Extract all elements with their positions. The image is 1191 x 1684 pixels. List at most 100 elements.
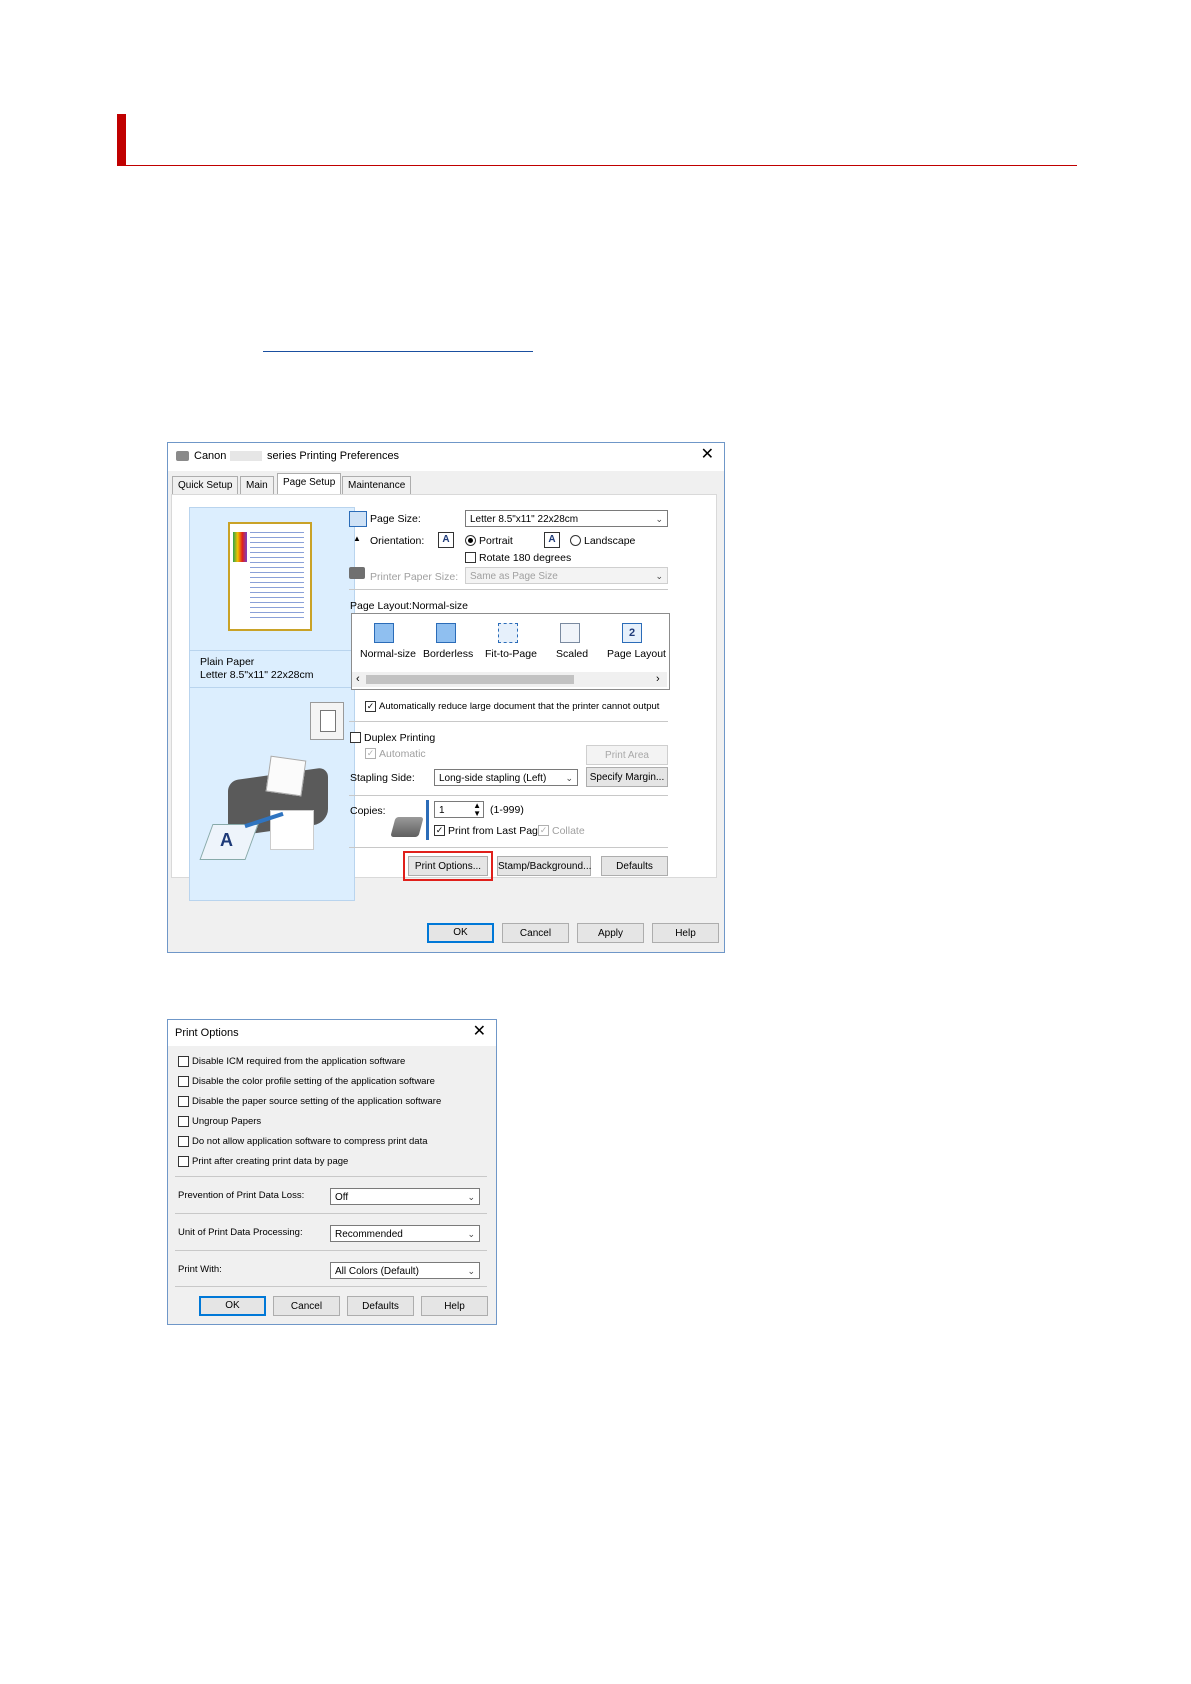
close-icon[interactable]: ✕ [701,447,714,463]
normal-size-icon [374,623,394,643]
orientation-label: Orientation: [370,535,425,547]
tab-quick-setup[interactable]: Quick Setup [172,476,239,495]
layout-option-normal-size[interactable]: Normal-size [360,648,416,660]
stapling-side-label: Stapling Side: [350,772,415,784]
unit-select[interactable]: Recommended ⌄ [330,1225,480,1242]
printer-paper-size-value: Same as Page Size [470,571,558,582]
tab-maintenance[interactable]: Maintenance [342,476,412,495]
page-layout-value: Normal-size [412,600,469,612]
automatic-checkbox[interactable]: ✓ [365,748,376,759]
collate-checkbox[interactable]: ✓ [538,825,549,836]
scroll-thumb[interactable] [366,675,574,684]
divider [175,1176,487,1177]
copies-order-icon [426,800,429,840]
page-size-value: Letter 8.5"x11" 22x28cm [470,514,579,525]
printer-icon [176,451,189,461]
copies-stepper-icon[interactable]: ▲ ▼ [473,802,481,818]
print-by-page-checkbox[interactable] [178,1156,189,1167]
stapling-side-select[interactable]: Long-side stapling (Left) ⌄ [434,769,578,786]
page-layout-icon: 2 [622,623,642,643]
auto-reduce-label: Automatically reduce large document that… [379,701,660,712]
print-with-select[interactable]: All Colors (Default) ⌄ [330,1262,480,1279]
divider [349,589,668,590]
ungroup-papers-label: Ungroup Papers [192,1116,262,1127]
chevron-down-icon: ⌄ [467,1229,475,1239]
help-button[interactable]: Help [421,1296,488,1316]
ok-button[interactable]: OK [427,923,494,943]
printer-paper-size-label: Printer Paper Size: [370,571,459,583]
rotate-180-checkbox[interactable] [465,552,476,563]
page-size-label: Page Size: [370,513,421,525]
page-size-select[interactable]: Letter 8.5"x11" 22x28cm ⌄ [465,510,668,527]
chevron-down-icon: ⌄ [565,773,573,783]
landscape-a-icon: A [544,532,560,548]
apply-button[interactable]: Apply [577,923,644,943]
color-swatch [233,532,247,562]
cancel-button[interactable]: Cancel [502,923,569,943]
tab-main[interactable]: Main [240,476,274,495]
page-preview [228,522,312,631]
no-compress-checkbox[interactable] [178,1136,189,1147]
layout-option-scaled[interactable]: Scaled [556,648,588,660]
disable-icm-checkbox[interactable] [178,1056,189,1067]
heading-rule [117,165,1077,166]
prevention-select[interactable]: Off ⌄ [330,1188,480,1205]
printer-illustration: A [199,752,342,872]
redacted-model-name [230,451,262,461]
scroll-left-icon[interactable]: ‹ [356,673,360,685]
specify-margin-button[interactable]: Specify Margin... [586,767,668,787]
ok-button[interactable]: OK [199,1296,266,1316]
horizontal-scrollbar[interactable]: ‹ › [352,672,667,687]
divider [175,1213,487,1214]
disable-color-profile-checkbox[interactable] [178,1076,189,1087]
window-title-prefix: Canon [194,450,227,462]
page-layout-list[interactable]: 2 Normal-size Borderless Fit-to-Page Sca… [351,613,670,690]
defaults-button[interactable]: Defaults [601,856,668,876]
copies-label: Copies: [350,805,386,817]
media-info-box: Plain Paper Letter 8.5"x11" 22x28cm [190,650,352,688]
print-area-setup-button[interactable]: Print Area Setup... [586,745,668,781]
unit-value: Recommended [335,1229,403,1240]
page-size-icon [349,511,367,527]
tab-page-setup[interactable]: Page Setup [277,473,342,496]
window-title-suffix: series Printing Preferences [267,450,400,462]
disable-paper-source-checkbox[interactable] [178,1096,189,1107]
prevention-label: Prevention of Print Data Loss: [178,1190,305,1201]
printing-preferences-window: Canon series Printing Preferences ✕ Quic… [167,442,725,953]
close-icon[interactable]: ✕ [473,1024,486,1040]
layout-option-fit-to-page[interactable]: Fit-to-Page [485,648,537,660]
cancel-button[interactable]: Cancel [273,1296,340,1316]
ungroup-papers-checkbox[interactable] [178,1116,189,1127]
rotate-180-label: Rotate 180 degrees [479,552,572,564]
printer-paper-size-select[interactable]: Same as Page Size ⌄ [465,567,668,584]
landscape-radio[interactable] [570,535,581,546]
scroll-right-icon[interactable]: › [656,673,660,685]
chevron-down-icon: ⌄ [655,514,663,524]
print-from-last-page-checkbox[interactable]: ✓ [434,825,445,836]
landscape-label: Landscape [584,535,636,547]
help-button[interactable]: Help [652,923,719,943]
disable-paper-source-label: Disable the paper source setting of the … [192,1096,442,1107]
link-underline[interactable] [263,351,533,352]
paper-orientation-preview [310,702,344,740]
divider [349,795,668,796]
page-layout-label: Page Layout: [350,600,412,612]
auto-reduce-checkbox[interactable]: ✓ [365,701,376,712]
layout-option-borderless[interactable]: Borderless [423,648,473,660]
print-options-window: Print Options ✕ Disable ICM required fro… [167,1019,497,1325]
portrait-label: Portrait [479,535,513,547]
defaults-button[interactable]: Defaults [347,1296,414,1316]
stamp-background-button[interactable]: Stamp/Background... [497,856,591,876]
print-with-label: Print With: [178,1264,222,1275]
prevention-value: Off [335,1192,349,1203]
copies-range: (1-999) [490,804,524,816]
divider [349,847,668,848]
duplex-checkbox[interactable] [350,732,361,743]
layout-option-page-layout[interactable]: Page Layout [607,648,666,660]
copies-input[interactable]: 1 ▲ ▼ [434,801,484,818]
copies-stack-icon [390,817,424,837]
divider [175,1286,487,1287]
portrait-radio[interactable] [465,535,476,546]
divider [175,1250,487,1251]
collate-label: Collate [552,825,585,837]
